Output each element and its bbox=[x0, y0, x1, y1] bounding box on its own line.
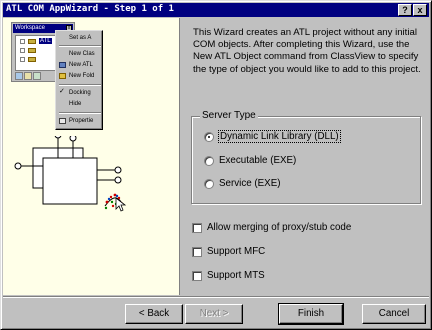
context-menu-label: Propertie bbox=[69, 118, 94, 124]
context-menu-item: New Clas bbox=[58, 49, 102, 59]
com-objects-diagram bbox=[14, 136, 127, 212]
context-menu-item: Propertie bbox=[58, 116, 102, 126]
next-button[interactable]: Next > bbox=[185, 304, 243, 324]
radio-service-label[interactable]: Service (EXE) bbox=[219, 178, 281, 189]
checkbox-mts-label[interactable]: Support MTS bbox=[207, 270, 265, 281]
resourceview-tab-icon bbox=[24, 72, 32, 80]
menu-separator bbox=[59, 84, 101, 86]
context-menu-item: Hide bbox=[58, 99, 102, 109]
radio-exe-label[interactable]: Executable (EXE) bbox=[219, 155, 296, 166]
close-button[interactable]: x bbox=[413, 4, 427, 16]
window-title: ATL COM AppWizard - Step 1 of 1 bbox=[6, 4, 174, 14]
fileview-tab-icon bbox=[33, 72, 41, 80]
tree-label: ATL bbox=[39, 38, 52, 44]
workspace-tabs bbox=[15, 72, 43, 80]
context-menu-item: Set as A bbox=[58, 33, 102, 43]
back-button[interactable]: < Back bbox=[125, 304, 183, 324]
context-menu-picture: Set as A New Clas New ATL New Fold ✓ Doc… bbox=[55, 30, 103, 130]
checkbox-icon[interactable] bbox=[192, 247, 202, 257]
new-atl-object-icon bbox=[59, 62, 66, 68]
context-menu-item: ✓ Docking bbox=[58, 88, 102, 98]
wizard-illustration: Workspace x ATL Set as A New Clas New AT… bbox=[3, 18, 180, 295]
classview-tab-icon bbox=[15, 72, 23, 80]
checkbox-icon[interactable] bbox=[192, 223, 202, 233]
properties-icon bbox=[59, 118, 66, 124]
finish-button[interactable]: Finish bbox=[278, 303, 344, 325]
context-menu-item: New ATL bbox=[58, 60, 102, 70]
context-menu-label: New Fold bbox=[69, 73, 95, 79]
radio-dll-label[interactable]: Dynamic Link Library (DLL) bbox=[218, 130, 341, 143]
title-bar: ATL COM AppWizard - Step 1 of 1 ? x bbox=[3, 3, 429, 17]
radio-button-icon[interactable] bbox=[204, 179, 214, 189]
cancel-button[interactable]: Cancel bbox=[362, 304, 426, 324]
menu-separator bbox=[59, 45, 101, 47]
context-menu-item: New Fold bbox=[58, 71, 102, 81]
button-divider bbox=[3, 296, 429, 298]
folder-icon bbox=[28, 57, 36, 62]
menu-separator bbox=[59, 112, 101, 114]
new-folder-icon bbox=[59, 73, 66, 79]
server-type-legend: Server Type bbox=[200, 110, 258, 121]
context-menu-label: Docking bbox=[69, 90, 91, 96]
tree-expander-icon bbox=[20, 39, 25, 44]
radio-button-icon[interactable] bbox=[204, 132, 214, 142]
folder-icon bbox=[28, 39, 36, 44]
radio-button-icon[interactable] bbox=[204, 156, 214, 166]
check-icon: ✓ bbox=[59, 88, 65, 95]
context-menu-label: New ATL bbox=[69, 62, 93, 68]
wizard-window: ATL COM AppWizard - Step 1 of 1 ? x Work… bbox=[0, 0, 432, 330]
checkbox-merge-label[interactable]: Allow merging of proxy/stub code bbox=[207, 222, 351, 233]
server-type-group: Server Type Dynamic Link Library (DLL) E… bbox=[191, 110, 421, 204]
wizard-content: This Wizard creates an ATL project witho… bbox=[181, 18, 429, 295]
help-button[interactable]: ? bbox=[398, 4, 412, 16]
checkbox-mfc-label[interactable]: Support MFC bbox=[207, 246, 265, 257]
context-menu-label: Hide bbox=[69, 101, 82, 107]
intro-text: This Wizard creates an ATL project witho… bbox=[193, 27, 421, 75]
tree-expander-icon bbox=[20, 48, 25, 53]
context-menu-label: Set as A bbox=[69, 35, 92, 41]
context-menu-label: New Clas bbox=[69, 51, 95, 57]
folder-icon bbox=[28, 48, 36, 53]
tree-expander-icon bbox=[20, 57, 25, 62]
checkbox-icon[interactable] bbox=[192, 271, 202, 281]
